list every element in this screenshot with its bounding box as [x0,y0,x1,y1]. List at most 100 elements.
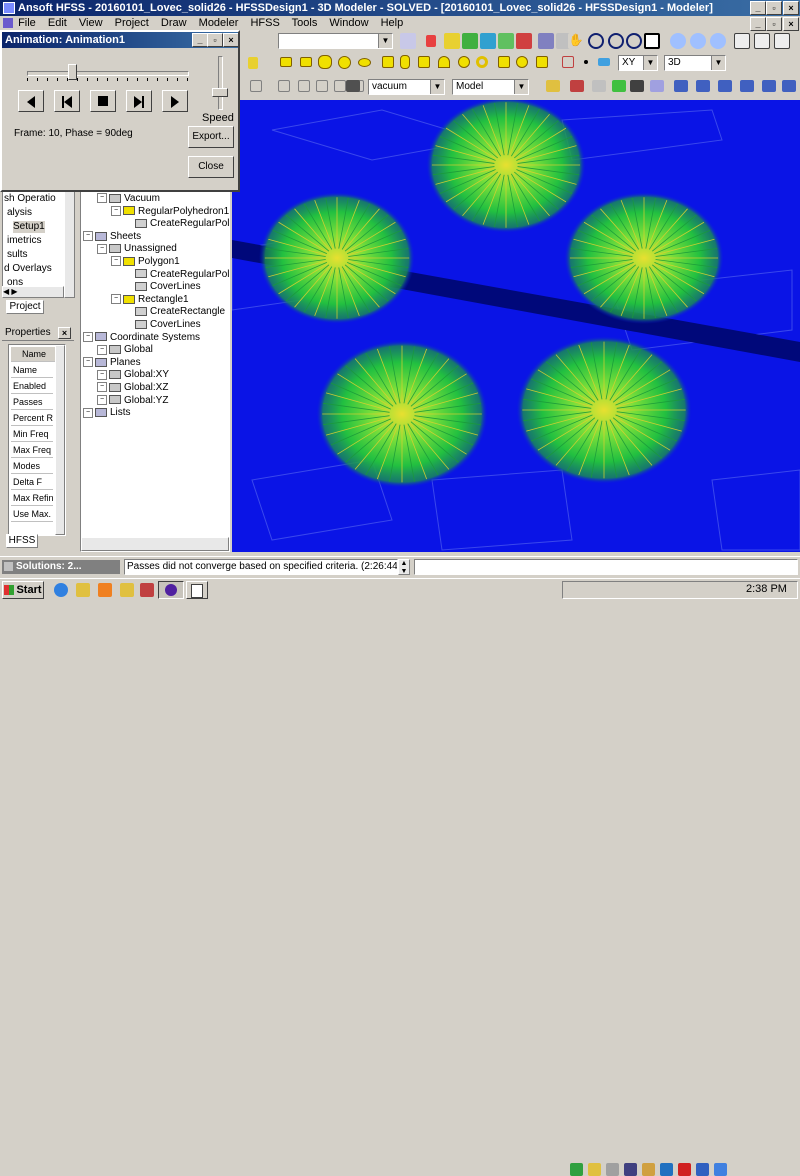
field-icon-5[interactable] [740,80,754,92]
menu-app-icon[interactable] [3,18,13,28]
tree-expander-icon[interactable]: − [83,231,93,242]
project-item-5[interactable]: d Overlays [4,263,52,275]
zoom-area-icon[interactable] [690,33,706,49]
menu-modeler[interactable]: Modeler [199,17,239,29]
object-icon[interactable] [298,80,310,92]
hand-pan-icon[interactable]: ✋ [568,33,584,49]
folder-icon[interactable] [120,583,134,597]
taskbar-hfss-button[interactable] [158,581,184,599]
tree-expander-icon[interactable]: − [111,205,121,216]
app-icon-5[interactable] [140,583,154,597]
animation-minimize-button[interactable]: _ [192,33,208,47]
project-vscrollbar[interactable] [64,190,75,298]
tree-expander-icon[interactable] [125,220,133,228]
project-hscrollbar[interactable]: ◀ ▶ [2,286,64,298]
tree-expander-icon[interactable]: − [111,256,121,267]
tree-item[interactable]: − Vacuum [97,193,160,205]
draw-helix-icon[interactable] [498,56,510,68]
orbit-icon[interactable] [608,33,624,49]
solutions-window[interactable]: Solutions: 2... [2,560,120,574]
tree-item[interactable]: − Sheets [83,231,141,243]
tray-shield-icon[interactable] [678,1163,691,1176]
tree-expander-icon[interactable]: − [111,294,121,305]
menu-tools[interactable]: Tools [292,17,318,29]
frame-slider-thumb[interactable] [68,64,77,80]
field-icon-6[interactable] [762,80,776,92]
tree-item[interactable]: − Global [97,344,153,356]
properties-vscrollbar[interactable] [55,345,65,535]
view-select[interactable]: 3D ▼ [664,55,726,71]
tree-item[interactable]: − RegularPolyhedron1 [111,206,229,218]
menu-draw[interactable]: Draw [161,17,187,29]
minimize-button[interactable]: _ [750,1,766,15]
tree-item[interactable]: CreateRectangle [125,306,225,318]
toolbar-icon-6[interactable] [498,33,514,49]
toolbar-icon-5[interactable] [480,33,496,49]
tray-icon-6[interactable] [660,1163,673,1176]
tree-expander-icon[interactable] [125,308,133,316]
draw-torus-icon[interactable] [476,56,488,68]
tree-expander-icon[interactable] [125,270,133,278]
project-item-setup1[interactable]: Setup1 [13,221,45,233]
prop-row-0[interactable]: Name [11,363,53,378]
close-button[interactable]: × [783,1,799,15]
explorer-icon[interactable] [76,583,90,597]
zoom-fit-icon[interactable] [644,33,660,49]
prop-row-2[interactable]: Passes [11,395,53,410]
draw-sphere-icon[interactable] [458,56,470,68]
prop-row-4[interactable]: Min Freq [11,427,53,442]
tray-icon-3[interactable] [606,1163,619,1176]
stop-button[interactable] [90,90,116,112]
menu-help[interactable]: Help [381,17,404,29]
animation-close-button[interactable]: × [223,33,238,47]
mdi-minimize-button[interactable]: _ [750,17,766,31]
tree-expander-icon[interactable]: − [83,331,93,342]
plane-select[interactable]: XY ▼ [618,55,658,71]
excitation-icon[interactable] [570,80,584,92]
draw-polygon-icon[interactable] [318,55,332,69]
mdi-close-button[interactable]: × [783,17,799,31]
draw-cursor-icon[interactable] [248,57,258,69]
tab-project[interactable]: Project [6,300,44,314]
zoom-in-icon[interactable] [670,33,686,49]
speed-slider[interactable] [210,56,230,110]
export-button[interactable]: Export... [188,126,234,148]
draw-prism-icon[interactable] [418,56,430,68]
project-item-3[interactable]: imetrics [7,235,41,247]
tray-network-icon[interactable] [570,1163,583,1176]
tray-icon-8[interactable] [696,1163,709,1176]
mesh-icon[interactable] [592,80,606,92]
toolbar-icon-4[interactable] [462,33,478,49]
snap-icon[interactable] [278,80,290,92]
model-tree[interactable]: − Vacuum − RegularPolyhedron1 CreateRegularP… [80,190,230,552]
prop-row-7[interactable]: Delta F [11,475,53,490]
field-icon-7[interactable] [782,80,796,92]
zoom-out-icon[interactable] [710,33,726,49]
project-item-0[interactable]: sh Operatio [4,193,56,205]
tree-item[interactable]: CreateRegularPolyg [125,269,229,281]
tray-icon-4[interactable] [624,1163,637,1176]
zoom-window-icon[interactable] [734,33,750,49]
message-box[interactable]: Passes did not converge based on specifi… [124,559,398,575]
field-icon-1[interactable] [650,80,664,92]
tree-item[interactable]: − Unassigned [97,243,177,255]
tree-expander-icon[interactable]: − [97,382,107,393]
field-icon-2[interactable] [674,80,688,92]
prop-row-5[interactable]: Max Freq [11,443,53,458]
project-item-4[interactable]: sults [7,249,28,261]
draw-bondwire-icon[interactable] [536,56,548,68]
tree-expander-icon[interactable]: − [97,394,107,405]
tree-expander-icon[interactable]: − [97,369,107,380]
toolbar-icon-2[interactable] [426,35,436,47]
tree-item[interactable]: CreateRegularPolyh [125,218,229,230]
close-dialog-button[interactable]: Close [188,156,234,178]
rotate-icon[interactable] [588,33,604,49]
project-tree[interactable]: sh Operatio alysis Setup1 imetrics sults… [2,190,64,298]
draw-ellipse-icon[interactable] [358,58,371,67]
animation-maximize-button[interactable]: ▫ [207,33,223,47]
tree-item[interactable]: − Coordinate Systems [83,332,200,344]
draw-box-icon[interactable] [382,56,394,68]
tree-expander-icon[interactable] [125,283,133,291]
tree-expander-icon[interactable]: − [83,357,93,368]
tree-item[interactable]: − Planes [83,357,141,369]
